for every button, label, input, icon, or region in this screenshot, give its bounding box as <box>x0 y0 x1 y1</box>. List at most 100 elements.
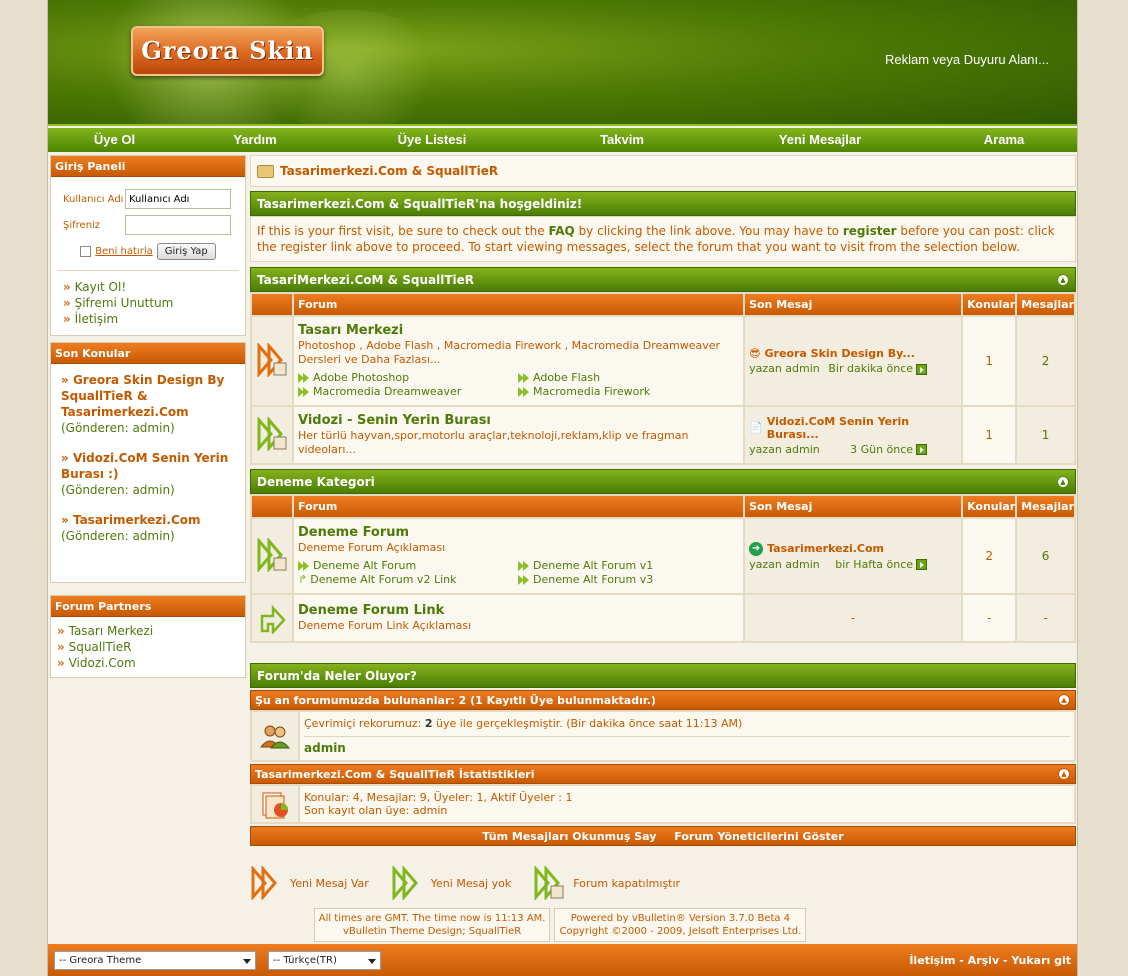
login-panel: Giriş Paneli Kullanıcı Adı Şifreniz Beni… <box>50 155 246 336</box>
nav-register[interactable]: Üye Ol <box>48 128 181 152</box>
nav-help[interactable]: Yardım <box>181 128 329 152</box>
welcome-title: Tasarimerkezi.Com & SquallTieR'na hoşgel… <box>250 191 1076 216</box>
online-users-header[interactable]: Şu an forumumuzda bulunanlar: 2 (1 Kayıt… <box>250 690 1076 710</box>
remember-checkbox[interactable] <box>80 246 92 257</box>
category-header[interactable]: Deneme Kategori ▲ <box>250 469 1076 494</box>
collapse-icon[interactable]: ▲ <box>1057 274 1069 286</box>
theme-select[interactable]: -- Greora Theme <box>54 950 256 970</box>
thread-count: - <box>963 595 1016 641</box>
document-icon: 📄 <box>749 421 763 434</box>
last-post-author[interactable]: yazan admin <box>749 558 820 571</box>
subforum-icon <box>518 373 530 383</box>
register-link-inline[interactable]: register <box>843 224 897 238</box>
subforum-link[interactable]: Adobe Photoshop <box>298 371 518 385</box>
last-post-author[interactable]: yazan admin <box>749 362 820 375</box>
last-post-title[interactable]: Vidozi.CoM Senin Yerin Burası... <box>767 415 957 441</box>
subforum-link[interactable]: Deneme Alt Forum v3 <box>518 573 718 587</box>
subforum-link[interactable]: Macromedia Dreamweaver <box>298 385 518 399</box>
recent-thread-item[interactable]: » Tasarimerkezi.Com (Gönderen: admin) <box>61 512 235 544</box>
col-last-post: Son Mesaj <box>745 496 962 517</box>
username-input[interactable] <box>125 189 231 209</box>
post-count: 1 <box>1017 407 1074 463</box>
users-icon <box>252 712 298 760</box>
partner-link[interactable]: » SquallTieR <box>57 639 239 655</box>
forum-no-new-posts-icon <box>252 407 292 463</box>
forum-title[interactable]: Deneme Forum <box>298 525 739 540</box>
last-post-title[interactable]: Greora Skin Design By... <box>765 347 915 360</box>
post-count: 6 <box>1017 519 1074 593</box>
stats-chart-icon <box>252 786 298 822</box>
main-content: Tasarimerkezi.Com & SquallTieR Tasarimer… <box>250 155 1076 942</box>
nav-new-posts[interactable]: Yeni Mesajlar <box>709 128 931 152</box>
forum-title[interactable]: Deneme Forum Link <box>298 603 739 618</box>
recent-threads-title: Son Konular <box>51 343 245 364</box>
subforum-link[interactable]: Deneme Alt Forum <box>298 559 518 573</box>
chevron-down-icon <box>368 958 376 964</box>
partner-link[interactable]: » Vidozi.Com <box>57 655 239 671</box>
online-user-link[interactable]: admin <box>304 741 1070 755</box>
subforum-link[interactable]: Macromedia Firework <box>518 385 718 399</box>
collapse-icon[interactable]: ▲ <box>1057 476 1069 488</box>
login-button[interactable]: Giriş Yap <box>156 243 216 260</box>
subforum-icon <box>298 561 310 571</box>
col-posts: Mesajlar <box>1017 294 1074 315</box>
goto-post-icon[interactable] <box>916 363 928 375</box>
category-header[interactable]: TasariMerkezi.CoM & SquallTieR ▲ <box>250 267 1076 292</box>
subforum-icon <box>298 387 310 397</box>
collapse-icon[interactable]: ▲ <box>1058 768 1070 780</box>
newest-member-link[interactable]: admin <box>413 804 447 817</box>
contact-link[interactable]: » İletişim <box>63 311 233 327</box>
goto-post-icon[interactable] <box>916 559 928 570</box>
chevron-down-icon <box>243 958 251 964</box>
recent-thread-item[interactable]: » Greora Skin Design By SquallTieR & Tas… <box>61 372 235 436</box>
language-select[interactable]: -- Türkçe(TR) <box>268 950 381 970</box>
table-row: Deneme Forum Deneme Forum Açıklaması Den… <box>252 519 1074 593</box>
faq-link[interactable]: FAQ <box>548 224 574 238</box>
newest-member: Son kayıt olan üye: admin <box>304 804 448 817</box>
folder-icon <box>257 164 274 178</box>
forum-title[interactable]: Vidozi - Senin Yerin Burası <box>298 413 739 428</box>
footer-links[interactable]: İletişim - Arşiv - Yukarı git <box>909 954 1071 967</box>
powered-by: Powered by vBulletin® Version 3.7.0 Beta… <box>554 908 807 942</box>
ad-text: Reklam veya Duyuru Alanı... <box>884 52 1049 67</box>
forum-description: Her türlü hayvan,spor,motorlu araçlar,te… <box>298 429 689 456</box>
forgot-password-link[interactable]: » Şifremi Unuttum <box>63 295 233 311</box>
password-input[interactable] <box>125 215 231 235</box>
partner-link[interactable]: » Tasarı Merkezi <box>57 623 239 639</box>
nav-calendar[interactable]: Takvim <box>535 128 709 152</box>
left-sidebar: Giriş Paneli Kullanıcı Adı Şifreniz Beni… <box>50 155 246 684</box>
col-forum: Forum <box>294 496 744 517</box>
cool-smiley-icon: 😎 <box>749 347 761 360</box>
subforum-icon <box>298 373 310 383</box>
show-moderators-link[interactable]: Forum Yöneticilerini Göster <box>674 830 843 843</box>
table-row: Tasarı Merkezi Photoshop , Adobe Flash ,… <box>252 317 1074 405</box>
goto-post-icon[interactable] <box>916 444 928 455</box>
register-link[interactable]: » Kayıt Ol! <box>63 279 233 295</box>
post-count: - <box>1017 595 1074 641</box>
collapse-icon[interactable]: ▲ <box>1058 694 1070 706</box>
bottom-bar: -- Greora Theme -- Türkçe(TR) İletişim -… <box>48 944 1077 976</box>
forum-table: Forum Son Mesaj Konular Mesajlar Tasarı … <box>250 292 1076 465</box>
login-panel-title: Giriş Paneli <box>51 156 245 177</box>
table-row: Deneme Forum Link Deneme Forum Link Açık… <box>252 595 1074 641</box>
last-post-title[interactable]: Tasarimerkezi.Com <box>767 542 884 555</box>
subforum-link[interactable]: Deneme Alt Forum v1 <box>518 559 718 573</box>
link-arrow-icon: ↱ <box>298 573 308 586</box>
site-logo[interactable]: Greora Skin <box>131 26 324 76</box>
breadcrumb-title[interactable]: Tasarimerkezi.Com & SquallTieR <box>280 164 498 178</box>
mark-read-link[interactable]: Tüm Mesajları Okunmuş Say <box>482 830 656 843</box>
last-post-author[interactable]: yazan admin <box>749 443 820 456</box>
forum-description: Photoshop , Adobe Flash , Macromedia Fir… <box>298 339 721 366</box>
subforum-link[interactable]: Adobe Flash <box>518 371 718 385</box>
subforum-link[interactable]: ↱ Deneme Alt Forum v2 Link <box>298 573 518 587</box>
recent-thread-item[interactable]: » Vidozi.CoM Senin Yerin Burası :) (Gönde… <box>61 450 235 498</box>
nav-members[interactable]: Üye Listesi <box>329 128 535 152</box>
thread-count: 1 <box>963 407 1016 463</box>
remember-label[interactable]: Beni hatırla <box>95 246 153 257</box>
legend-forum-closed: Forum kapatılmıştır <box>573 876 681 890</box>
nav-search[interactable]: Arama <box>931 128 1077 152</box>
forum-title[interactable]: Tasarı Merkezi <box>298 323 739 338</box>
stats-header[interactable]: Tasarimerkezi.Com & SquallTieR İstatisti… <box>250 764 1076 784</box>
online-users-box: Çevrimiçi rekorumuz: 2 üye ile gerçekleş… <box>250 710 1076 762</box>
col-last-post: Son Mesaj <box>745 294 962 315</box>
